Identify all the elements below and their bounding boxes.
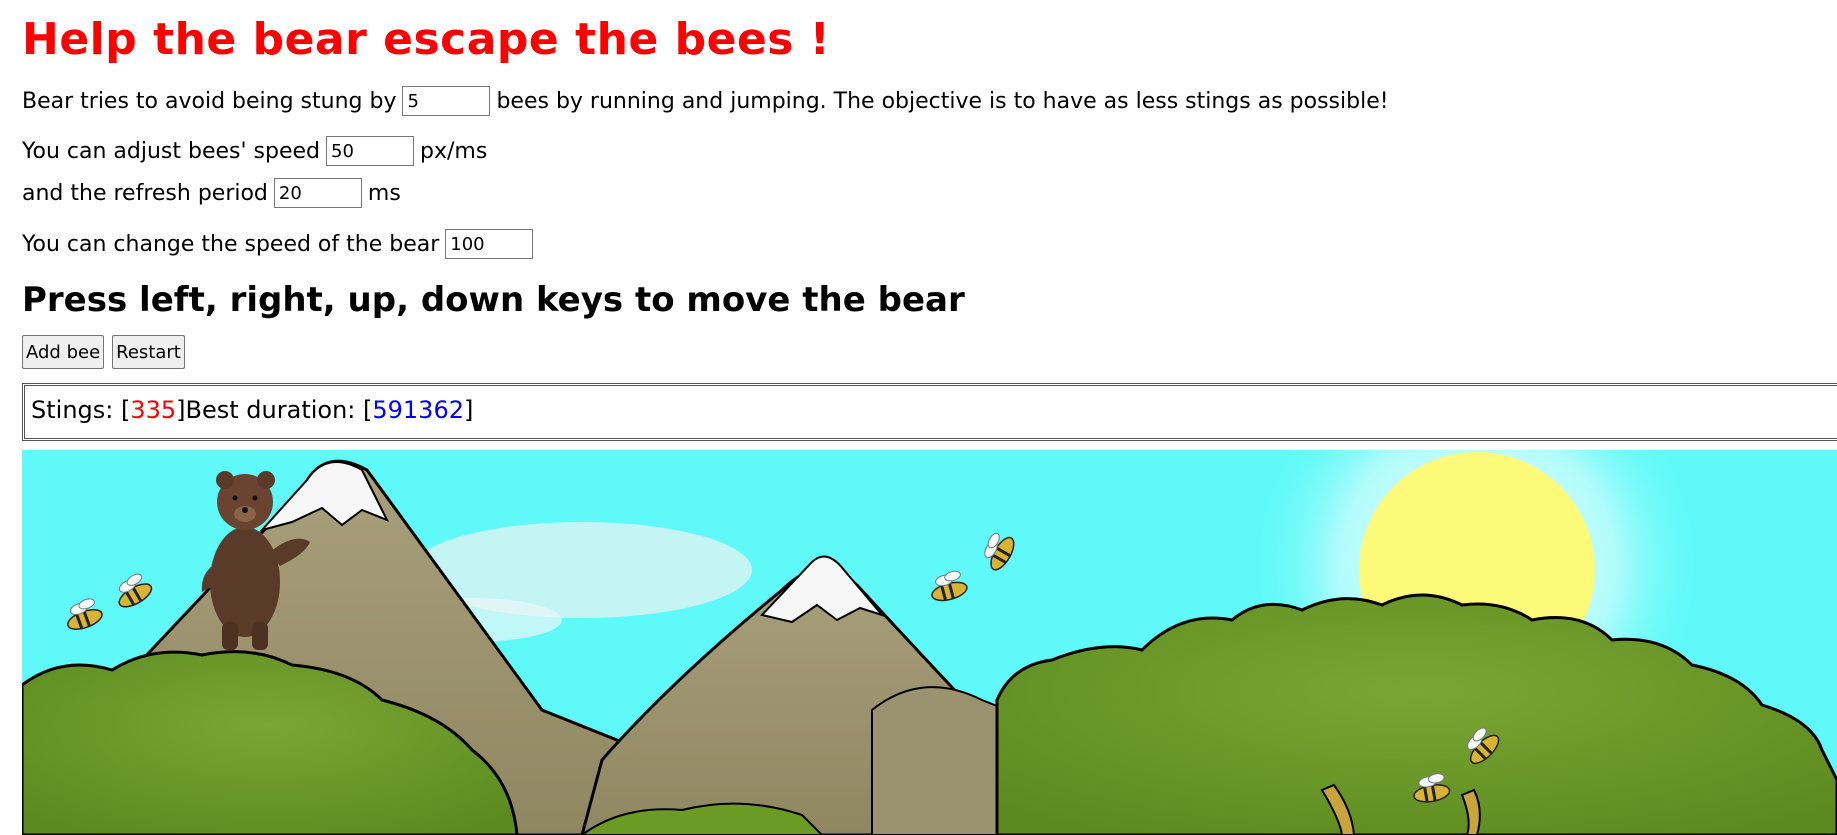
instructions-heading: Press left, right, up, down keys to move…	[22, 280, 965, 320]
best-duration-value: 591362	[372, 396, 464, 424]
intro-line: Bear tries to avoid being stung by bees …	[22, 83, 1389, 119]
button-row: Add bee Restart	[22, 335, 185, 369]
intro-text-before: Bear tries to avoid being stung by	[22, 88, 397, 114]
stings-count: 335	[130, 396, 177, 424]
bee-speed-unit: px/ms	[420, 138, 488, 164]
stings-label: Stings: [	[31, 396, 131, 424]
bees-count-input[interactable]	[402, 86, 491, 116]
bear-speed-line: You can change the speed of the bear	[22, 226, 539, 262]
refresh-label: and the refresh period	[22, 180, 268, 206]
score-box: Stings: [335]Best duration: [591362]	[22, 383, 1837, 441]
bear-speed-input[interactable]	[445, 229, 534, 259]
refresh-unit: ms	[367, 180, 401, 206]
game-scene	[22, 450, 1837, 835]
game-board[interactable]	[22, 450, 1837, 835]
intro-text-after: bees by running and jumping. The objecti…	[496, 88, 1389, 114]
best-duration-label: ]Best duration: [	[176, 396, 373, 424]
bear-speed-label: You can change the speed of the bear	[22, 231, 440, 257]
add-bee-button[interactable]: Add bee	[22, 335, 105, 369]
bee-speed-label: You can adjust bees' speed	[22, 138, 321, 164]
bee-speed-input[interactable]	[326, 136, 415, 166]
bee-speed-line: You can adjust bees' speed px/ms	[22, 133, 487, 169]
page-title: Help the bear escape the bees !	[22, 14, 831, 65]
score-close-bracket: ]	[464, 396, 474, 424]
restart-button[interactable]: Restart	[112, 335, 185, 369]
refresh-period-input[interactable]	[273, 178, 362, 208]
refresh-line: and the refresh period ms	[22, 175, 401, 211]
